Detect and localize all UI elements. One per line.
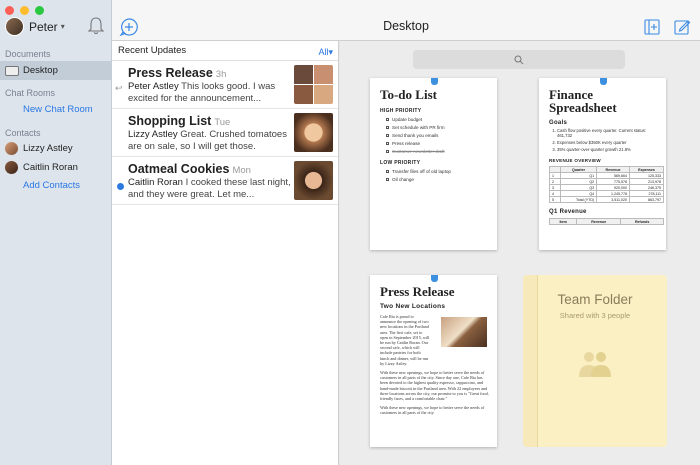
todo-item: Send thank you emails [380,133,489,138]
unread-indicator [117,183,124,190]
section-header: REVENUE OVERVIEW [549,158,601,163]
update-item[interactable]: Oatmeal Cookies Mon Caitlin Roran I cooke… [112,157,338,205]
add-contacts-link[interactable]: Add Contacts [0,176,111,195]
participants-thumbnail [294,65,333,104]
todo-item: Set schedule with PR firm [380,125,489,130]
todo-item: Transfer files off of old laptop [380,169,489,174]
section-header: Goals [549,120,568,126]
update-author: Peter Astley [128,81,179,92]
pin-icon [600,78,607,85]
sidebar: Peter ▾ Documents Desktop Chat Rooms New… [0,0,112,465]
section-header: HIGH PRIORITY [380,108,422,114]
updates-filter[interactable]: All▾ [318,42,333,60]
updates-header: Recent Updates All▾ [112,41,338,61]
contact-label: Caitlin Roran [23,162,78,173]
user-menu[interactable]: Peter ▾ [5,17,65,36]
search-input[interactable] [413,50,625,69]
people-icon [579,352,611,377]
revenue-table: Quarter Revenue Expenses 1 Q1 569,664 125,333… [549,166,665,203]
update-time: Tue [214,117,231,128]
update-author: Lizzy Astley [128,129,178,140]
folder-title: Team Folder [557,292,633,307]
paragraph: Cafe Ria is proud to announce the openin… [380,314,430,366]
recent-updates-panel: Recent Updates All▾ ↩ Press Release 3h Pe… [112,41,339,465]
finance-spreadsheet-document[interactable]: Finance Spreadsheet Goals Cash flow posi… [539,78,666,250]
q1-table: Item Revenue Refunds [548,218,664,225]
chevron-down-icon: ▾ [60,22,65,31]
section-header: Q1 Revenue [549,209,587,215]
todo-item: Oil change [380,177,489,182]
pin-icon [431,78,438,85]
pin-icon [431,275,438,282]
search-icon [514,55,524,64]
avatar [5,17,24,36]
sidebar-item-desktop[interactable]: Desktop [0,61,111,80]
zoom-window-button[interactable] [35,6,44,15]
contacts-header: Contacts [5,128,41,138]
compose-icon[interactable] [673,18,691,36]
folder-subtitle: Shared with 3 people [559,311,631,320]
sidebar-item-label: Desktop [23,65,58,76]
document-title: Press Release [380,284,455,299]
desktop-area: To-do List HIGH PRIORITY Update budget S… [340,41,700,465]
update-time: Mon [232,165,251,176]
avatar [5,142,18,155]
user-name: Peter [29,19,58,34]
document-title: To-do List [380,87,437,102]
window-title: Desktop [383,19,429,33]
document-title: Finance Spreadsheet [549,87,617,115]
paragraph: With these new openings, we hope to bett… [380,405,485,416]
author-avatar [294,161,333,200]
author-avatar [294,113,333,152]
section-header: LOW PRIORITY [380,160,421,166]
update-title: Shopping List [128,114,212,128]
reply-icon: ↩ [115,83,123,93]
goals-list: Cash flow positive every quarter. Curren… [549,128,660,152]
new-folder-icon[interactable] [643,18,661,36]
new-chat-room-link[interactable]: New Chat Room [0,100,111,119]
todo-item: Update budget [380,117,489,122]
update-item[interactable]: ↩ Press Release 3h Peter Astley This look… [112,61,338,109]
bell-icon[interactable] [86,16,106,36]
paragraph: With these new openings, we hope to bett… [380,370,489,402]
coffee-image [441,317,487,347]
toolbar: Desktop [112,0,700,41]
document-subtitle: Two New Locations [380,303,446,310]
update-time: 3h [215,69,227,80]
todo-list-document[interactable]: To-do List HIGH PRIORITY Update budget S… [370,78,497,250]
team-folder[interactable]: Team Folder Shared with 3 people [523,275,667,447]
press-release-document[interactable]: Press Release Two New Locations Cafe Ria… [370,275,497,447]
chatrooms-header: Chat Rooms [5,88,56,98]
contact-caitlin-roran[interactable]: Caitlin Roran [0,158,111,177]
contact-lizzy-astley[interactable]: Lizzy Astley [0,139,111,158]
chevron-down-icon: ▾ [328,46,333,57]
todo-item: Press release [380,141,489,146]
update-title: Press Release [128,66,213,80]
filter-label: All [318,46,329,57]
desktop-icon [5,65,19,76]
update-author: Caitlin Roran [128,177,183,188]
documents-header: Documents [5,49,51,59]
minimize-window-button[interactable] [20,6,29,15]
avatar [5,161,18,174]
update-title: Oatmeal Cookies [128,162,230,176]
close-window-button[interactable] [5,6,14,15]
window-controls [5,6,44,15]
todo-item: Customer newsletter draft [380,149,489,154]
updates-title: Recent Updates [118,45,187,56]
update-item[interactable]: Shopping List Tue Lizzy Astley Great. Cru… [112,109,338,157]
contact-label: Lizzy Astley [23,143,73,154]
